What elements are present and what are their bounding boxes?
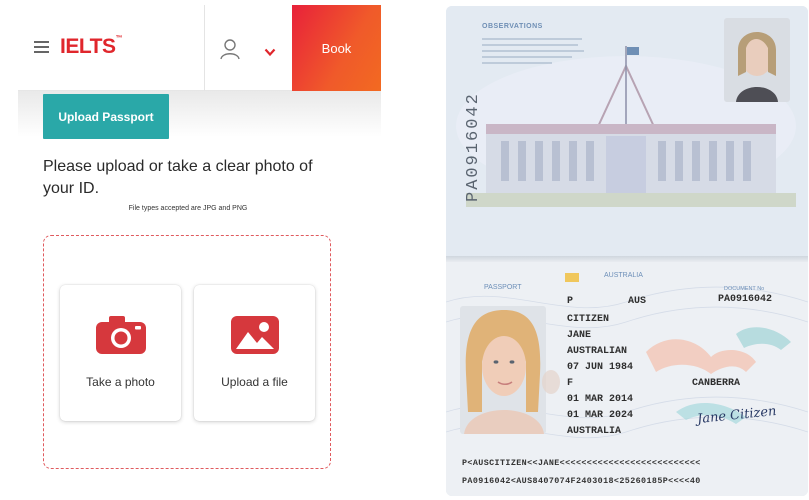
country-code-value: AUS [628,296,647,307]
chevron-down-icon[interactable] [264,44,276,57]
take-photo-option[interactable]: Take a photo [60,285,181,421]
perforated-document-number: PA0916042 [464,92,483,202]
passport-sample-image: OBSERVATIONS PA0916042 PASSPORT AUSTRALI… [446,6,808,496]
passport-bio-page: PASSPORT AUSTRALIA DOCUMENT No PA0916042… [446,262,808,496]
upload-dropzone[interactable]: Take a photo Upload a file [43,235,331,469]
ielts-upload-screen: IELTS™ Book Upload Passport Please uploa… [0,0,382,500]
issuing-authority-value: AUSTRALIA [567,426,622,437]
document-number-value: PA0916042 [718,294,773,305]
book-button[interactable]: Book [292,5,381,91]
date-of-birth-value: 07 JUN 1984 [567,362,634,373]
upload-file-label: Upload a file [221,375,288,389]
place-of-birth-value: CANBERRA [692,378,741,389]
passport-type-value: P [567,296,574,307]
camera-icon [95,315,147,355]
nationality-value: AUSTRALIAN [567,346,628,357]
screenshot: IELTS™ Book Upload Passport Please uploa… [0,0,809,500]
mrz-line-2: PA0916042<AUS8407074F2403018<25260185P<<… [462,476,701,486]
passport-country-header: AUSTRALIA [604,272,643,279]
sex-value: F [567,378,574,389]
upload-instructions: Please upload or take a clear photo of y… [43,158,313,197]
top-navigation-bar: IELTS™ Book [18,5,381,91]
passport-header-left: PASSPORT [484,284,522,291]
document-number-label: DOCUMENT No [724,286,765,292]
date-of-issue-value: 01 MAR 2014 [567,394,634,405]
image-icon [229,315,281,355]
header-divider [204,5,205,91]
ielts-logo[interactable]: IELTS™ [60,35,122,59]
upload-file-option[interactable]: Upload a file [194,285,315,421]
upload-passport-button[interactable]: Upload Passport [43,94,169,139]
hamburger-menu-icon[interactable] [34,41,49,53]
date-of-expiry-value: 01 MAR 2024 [567,410,634,421]
user-account-icon[interactable] [218,37,242,61]
take-photo-label: Take a photo [86,375,155,389]
mrz-line-1: P<AUSCITIZEN<<JANE<<<<<<<<<<<<<<<<<<<<<<… [462,458,701,468]
passport-observations-page: OBSERVATIONS PA0916042 [446,6,808,258]
observations-title: OBSERVATIONS [482,23,543,30]
logo-trademark: ™ [115,35,122,42]
logo-text: IELTS [60,35,116,58]
file-types-note: File types accepted are JPG and PNG [128,205,248,212]
given-names-value: JANE [567,330,592,341]
surname-value: CITIZEN [567,314,610,325]
